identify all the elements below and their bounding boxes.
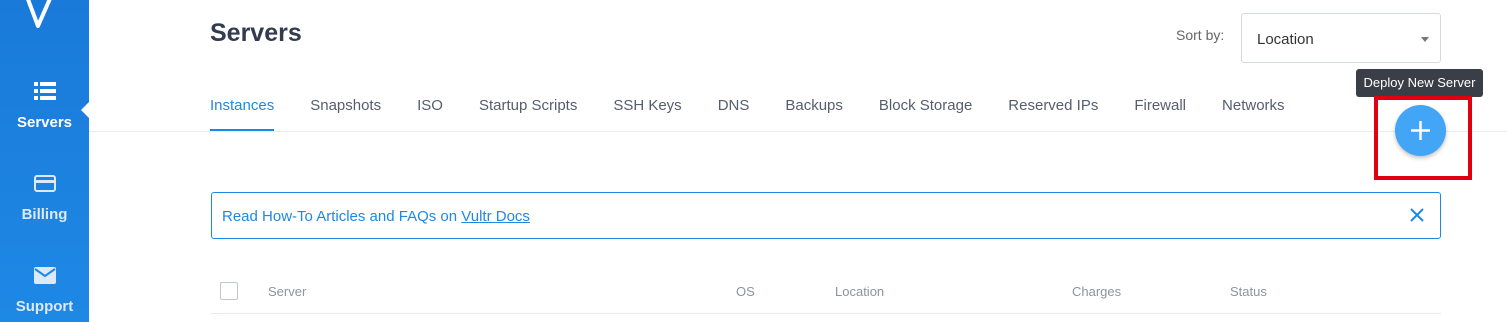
table-header: Server OS Location Charges Status [211,273,1441,314]
tab-ssh-keys[interactable]: SSH Keys [613,97,681,131]
column-header-os[interactable]: OS [736,284,755,299]
sidebar-item-label: Billing [21,206,68,223]
sidebar-item-label: Servers [16,114,73,131]
tab-instances[interactable]: Instances [210,97,275,131]
close-icon[interactable] [1410,208,1424,222]
chevron-down-icon [1421,37,1429,42]
envelope-icon [33,267,56,284]
sidebar-item-servers[interactable]: Servers [0,82,89,131]
sidebar-item-support[interactable]: Support [0,267,89,315]
sidebar-item-billing[interactable]: Billing [0,175,89,223]
active-indicator [81,101,90,119]
column-header-location[interactable]: Location [835,284,884,299]
column-header-charges[interactable]: Charges [1072,284,1121,299]
sort-select[interactable]: Location [1241,13,1441,63]
tab-firewall[interactable]: Firewall [1134,97,1186,131]
banner-message: Read How-To Articles and FAQs on [222,208,462,225]
tab-bar: Instances Snapshots ISO Startup Scripts … [210,97,1321,131]
tab-iso[interactable]: ISO [417,97,443,131]
tab-backups[interactable]: Backups [785,97,843,131]
server-list-icon [33,82,56,100]
sidebar: Servers Billing Support [0,0,90,322]
sidebar-item-label: Support [15,298,74,315]
docs-banner: Read How-To Articles and FAQs on Vultr D… [211,192,1441,239]
tab-block-storage[interactable]: Block Storage [879,97,972,131]
deploy-tooltip: Deploy New Server [1356,69,1483,97]
column-header-server[interactable]: Server [268,284,306,299]
column-header-status[interactable]: Status [1230,284,1267,299]
deploy-new-server-button[interactable] [1395,105,1446,156]
credit-card-icon [33,175,56,192]
sort-select-value: Location [1257,31,1314,48]
tab-reserved-ips[interactable]: Reserved IPs [1008,97,1098,131]
select-all-checkbox[interactable] [220,282,238,300]
page-title: Servers [210,19,302,47]
banner-text: Read How-To Articles and FAQs on Vultr D… [222,208,530,225]
tab-snapshots[interactable]: Snapshots [310,97,381,131]
tab-dns[interactable]: DNS [718,97,750,131]
vultr-docs-link[interactable]: Vultr Docs [461,208,530,225]
plus-icon [1411,121,1430,140]
tab-startup-scripts[interactable]: Startup Scripts [479,97,577,131]
sort-label: Sort by: [1176,27,1225,43]
tab-divider [89,131,1507,132]
vultr-logo-icon[interactable] [22,0,56,32]
tab-networks[interactable]: Networks [1222,97,1285,131]
